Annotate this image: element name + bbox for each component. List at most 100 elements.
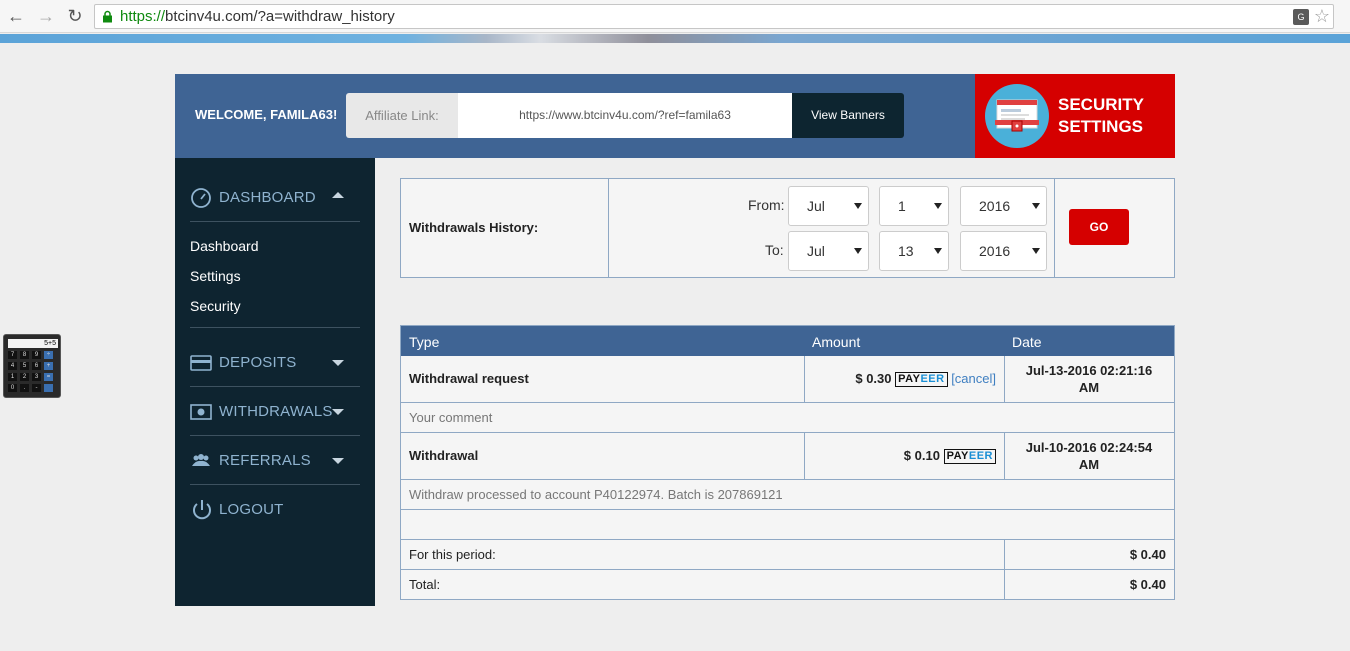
welcome-text: WELCOME, FAMILA63!	[195, 107, 338, 122]
payeer-logo-icon: PAYEER	[895, 372, 948, 387]
sidebar-referrals[interactable]: REFERRALS	[190, 450, 360, 472]
divider	[190, 435, 360, 436]
calculator-key[interactable]: 1	[8, 373, 17, 381]
security-settings-label: SECURITY SETTINGS	[1058, 95, 1144, 136]
address-bar[interactable]: https://btcinv4u.com/?a=withdraw_history…	[94, 4, 1334, 29]
chevron-down-icon	[1032, 203, 1040, 209]
banner-image-strip	[0, 34, 1350, 43]
to-label: To:	[765, 242, 784, 258]
column-header-type: Type	[409, 334, 440, 350]
sidebar-item-settings[interactable]: Settings	[190, 268, 241, 284]
credit-card-icon	[190, 355, 212, 371]
row-amount: $ 0.10 PAYEER	[904, 448, 996, 464]
sidebar-logout[interactable]: LOGOUT	[190, 498, 360, 524]
go-button[interactable]: GO	[1069, 209, 1129, 245]
power-icon	[193, 500, 211, 520]
divider	[804, 433, 805, 479]
withdrawals-filter: Withdrawals History: From: To: Jul 1 201…	[400, 178, 1175, 278]
sidebar-withdrawals-label: WITHDRAWALS	[219, 403, 333, 420]
calculator-key[interactable]: 0	[8, 384, 17, 392]
from-year-select[interactable]: 2016	[960, 186, 1047, 226]
account-header: WELCOME, FAMILA63! Affiliate Link: https…	[175, 74, 975, 158]
divider	[401, 432, 1174, 433]
reload-icon[interactable]: ↻	[63, 4, 87, 28]
row-type: Withdrawal	[409, 448, 479, 463]
divider	[401, 479, 1174, 480]
users-icon	[192, 454, 210, 466]
sidebar-deposits[interactable]: DEPOSITS	[190, 352, 360, 374]
translate-icon[interactable]: G	[1293, 9, 1309, 25]
sidebar-item-security[interactable]: Security	[190, 298, 241, 314]
calculator-key[interactable]: 5	[20, 362, 29, 370]
divider	[608, 179, 609, 277]
security-settings-button[interactable]: SECURITY SETTINGS	[975, 74, 1175, 158]
chevron-down-icon	[332, 409, 344, 415]
calculator-key[interactable]: 3	[32, 373, 41, 381]
divider	[804, 356, 805, 402]
chevron-down-icon	[332, 458, 344, 464]
calculator-key[interactable]: =	[44, 373, 53, 381]
calculator-key[interactable]: +	[44, 362, 53, 370]
sidebar-referrals-label: REFERRALS	[219, 452, 311, 469]
forward-arrow-icon[interactable]: →	[34, 4, 58, 28]
row-date: Jul-10-2016 02:24:54 AM	[1025, 440, 1153, 472]
to-day-select[interactable]: 13	[879, 231, 949, 271]
calculator-key[interactable]: 7	[8, 351, 17, 359]
calculator-display: 5+5	[8, 339, 58, 348]
divider	[190, 386, 360, 387]
calculator-key[interactable]	[44, 384, 53, 392]
affiliate-link-label: Affiliate Link:	[346, 93, 458, 138]
calculator-key[interactable]: 6	[32, 362, 41, 370]
from-label: From:	[748, 197, 785, 213]
calculator-key[interactable]: ÷	[44, 351, 53, 359]
calculator-key[interactable]: 9	[32, 351, 41, 359]
filter-title: Withdrawals History:	[409, 220, 539, 235]
from-month-select[interactable]: Jul	[788, 186, 869, 226]
calculator-key[interactable]: .	[20, 384, 29, 392]
withdrawals-table: Type Amount Date Withdrawal request $ 0.…	[400, 325, 1175, 600]
sidebar-withdrawals[interactable]: WITHDRAWALS	[190, 401, 360, 423]
calculator-key[interactable]: -	[32, 384, 41, 392]
divider	[190, 221, 360, 222]
sidebar-dashboard-label: DASHBOARD	[219, 189, 316, 206]
calculator-key[interactable]: 2	[20, 373, 29, 381]
chevron-down-icon	[934, 248, 942, 254]
calculator-key[interactable]: 4	[8, 362, 17, 370]
divider	[1054, 179, 1055, 277]
browser-toolbar: ← → ↻ https://btcinv4u.com/?a=withdraw_h…	[0, 0, 1350, 33]
divider	[401, 569, 1174, 570]
from-day-select[interactable]: 1	[879, 186, 949, 226]
calculator-key[interactable]: 8	[20, 351, 29, 359]
back-arrow-icon[interactable]: ←	[4, 4, 28, 28]
cancel-link[interactable]: [cancel]	[951, 371, 996, 386]
chevron-down-icon	[854, 248, 862, 254]
chevron-down-icon	[934, 203, 942, 209]
divider	[401, 509, 1174, 510]
view-banners-button[interactable]: View Banners	[792, 93, 904, 138]
column-header-amount: Amount	[812, 334, 861, 350]
chevron-up-icon	[332, 192, 344, 198]
row-amount: $ 0.30 PAYEER [cancel]	[855, 371, 996, 387]
sidebar-logout-label: LOGOUT	[219, 501, 284, 518]
period-label: For this period:	[409, 547, 496, 562]
row-comment: Withdraw processed to account P40122974.…	[409, 487, 783, 502]
calculator-widget[interactable]: 5+5 7 8 9 ÷ 4 5 6 +1 2 3 = 0. -	[3, 334, 61, 398]
to-year-select[interactable]: 2016	[960, 231, 1047, 271]
chevron-down-icon	[332, 360, 344, 366]
sidebar-item-dashboard[interactable]: Dashboard	[190, 238, 259, 254]
lock-icon	[103, 10, 112, 23]
affiliate-link-field[interactable]: https://www.btcinv4u.com/?ref=famila63	[458, 93, 792, 138]
speedometer-icon	[191, 188, 211, 208]
security-browser-icon	[985, 84, 1049, 148]
sidebar-dashboard[interactable]: DASHBOARD	[190, 187, 360, 209]
row-date: Jul-13-2016 02:21:16 AM	[1025, 363, 1153, 395]
row-type: Withdrawal request	[409, 371, 529, 386]
chevron-down-icon	[1032, 248, 1040, 254]
to-month-select[interactable]: Jul	[788, 231, 869, 271]
sidebar: DASHBOARD Dashboard Settings Security DE…	[175, 158, 375, 606]
bookmark-star-icon[interactable]: ☆	[1314, 6, 1330, 27]
divider	[190, 327, 360, 328]
divider	[401, 539, 1174, 540]
money-bill-icon	[190, 404, 212, 420]
column-header-date: Date	[1012, 334, 1042, 350]
